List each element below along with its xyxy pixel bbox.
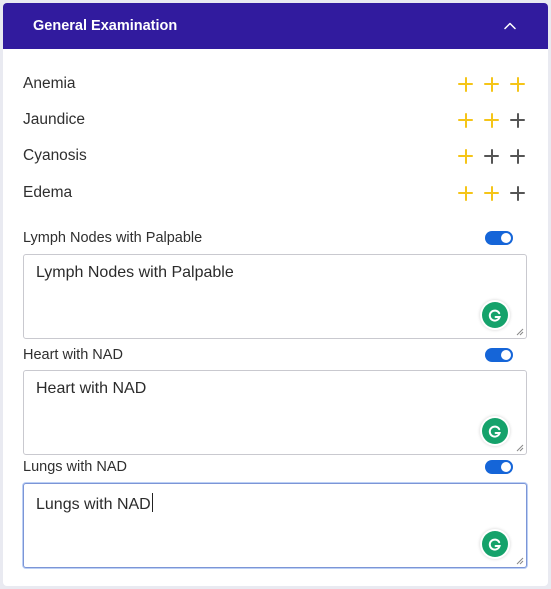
plus-icon[interactable] [481,146,502,167]
section-label-heart: Heart with NAD [23,347,123,363]
score-label-cyanosis: Cyanosis [23,147,87,164]
plus-icon[interactable] [507,146,528,167]
plus-icon[interactable] [481,74,502,95]
plus-icon[interactable] [481,110,502,131]
panel-title: General Examination [33,18,178,34]
section-header-lymph: Lymph Nodes with Palpable [23,228,513,248]
score-label-jaundice: Jaundice [23,111,86,128]
heart-text: Heart with NAD [36,380,147,397]
grammarly-icon[interactable] [482,302,508,328]
plus-icon[interactable] [481,183,502,204]
score-plus-group [455,74,528,95]
resize-grip-icon[interactable] [515,443,524,452]
resize-grip-icon[interactable] [515,327,524,336]
lymph-toggle[interactable] [485,231,513,245]
lungs-textarea[interactable]: Lungs with NAD [23,483,527,568]
grammarly-icon[interactable] [482,418,508,444]
score-label-edema: Edema [23,184,73,201]
score-plus-group [455,110,528,131]
grammarly-icon[interactable] [482,531,508,557]
score-plus-group [455,183,528,204]
panel-header[interactable]: General Examination [3,3,548,49]
score-row-anemia: Anemia [23,72,528,96]
score-plus-group [455,146,528,167]
score-label-anemia: Anemia [23,75,76,92]
resize-grip-icon[interactable] [515,556,524,565]
section-header-lungs: Lungs with NAD [23,457,513,477]
section-header-heart: Heart with NAD [23,345,513,365]
plus-icon[interactable] [507,110,528,131]
heart-toggle[interactable] [485,348,513,362]
plus-icon[interactable] [455,146,476,167]
score-row-cyanosis: Cyanosis [23,144,528,168]
score-row-edema: Edema [23,181,528,205]
plus-icon[interactable] [507,74,528,95]
section-label-lungs: Lungs with NAD [23,459,127,475]
chevron-up-icon[interactable] [502,18,518,34]
lungs-text: Lungs with NAD [36,496,151,513]
general-examination-panel: General Examination Anemia Jaundice Cyan… [3,3,548,586]
lymph-textarea[interactable]: Lymph Nodes with Palpable [23,254,527,339]
lymph-text: Lymph Nodes with Palpable [36,264,234,281]
lungs-toggle[interactable] [485,460,513,474]
plus-icon[interactable] [455,183,476,204]
heart-textarea[interactable]: Heart with NAD [23,370,527,455]
plus-icon[interactable] [507,183,528,204]
score-row-jaundice: Jaundice [23,108,528,132]
section-label-lymph: Lymph Nodes with Palpable [23,230,203,246]
plus-icon[interactable] [455,74,476,95]
text-caret [151,493,153,512]
plus-icon[interactable] [455,110,476,131]
